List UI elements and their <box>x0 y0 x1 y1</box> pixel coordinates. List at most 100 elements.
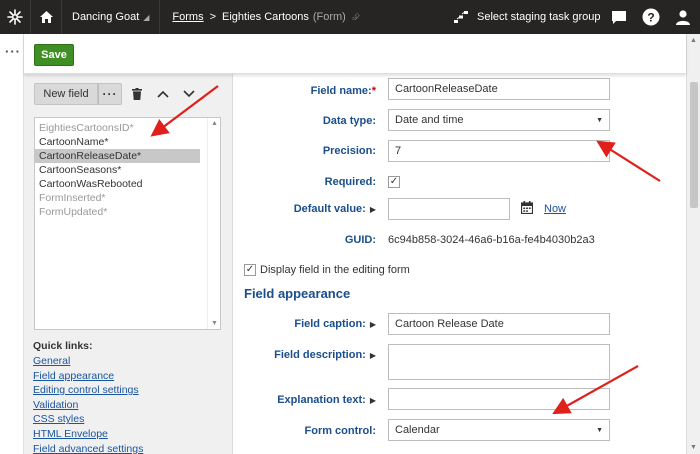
breadcrumb-separator: > <box>209 11 217 23</box>
dropdown-arrow-icon: ▼ <box>596 117 603 124</box>
quick-link-validation[interactable]: Validation <box>33 398 143 413</box>
data-type-label-wrap: Data type: <box>234 115 376 129</box>
chat-icon[interactable] <box>604 0 634 34</box>
staging-task-group-selector[interactable]: Select staging task group <box>453 0 601 34</box>
display-field-checkbox[interactable]: ✓ <box>244 264 256 276</box>
default-value-label-wrap: Default value: ▶ <box>234 203 376 217</box>
home-icon <box>39 11 53 23</box>
guid-label-wrap: GUID: <box>234 234 376 248</box>
breadcrumb-forms-link[interactable]: Forms <box>172 11 203 23</box>
list-item[interactable]: FormInserted* <box>35 191 220 205</box>
quick-links: Quick links: General Field appearance Ed… <box>33 340 143 454</box>
expand-menu-icon[interactable]: ··· <box>5 44 21 59</box>
top-bar: Dancing Goat ◢ Forms > Eighties Cartoons… <box>0 0 700 34</box>
field-name-label-wrap: Field name:* <box>234 85 376 99</box>
data-type-value: Date and time <box>395 114 464 126</box>
field-description-label-wrap: Field description: ▶ <box>234 349 376 363</box>
field-description-label: Field description: ▶ <box>274 349 376 361</box>
data-type-select[interactable]: Date and time ▼ <box>388 109 610 131</box>
action-header: Save <box>24 34 686 74</box>
explanation-text-input[interactable] <box>388 388 610 410</box>
breadcrumb: Forms > Eighties Cartoons (Form) ⮵ <box>160 11 359 23</box>
delete-icon[interactable] <box>126 83 148 105</box>
default-value-label: Default value: ▶ <box>293 203 376 215</box>
field-caption-input[interactable]: Cartoon Release Date <box>388 313 610 335</box>
user-icon[interactable] <box>668 0 698 34</box>
move-down-icon[interactable] <box>178 83 200 105</box>
help-icon[interactable]: ? <box>636 0 666 34</box>
pin-icon[interactable]: ⮵ <box>352 12 360 23</box>
quick-link-html-envelope[interactable]: HTML Envelope <box>33 427 143 442</box>
form-control-label: Form control: <box>304 425 377 437</box>
form-control-label-wrap: Form control: <box>234 425 377 439</box>
scroll-up-icon[interactable]: ▲ <box>211 120 218 127</box>
default-value-input[interactable] <box>388 198 510 220</box>
calendar-icon[interactable] <box>520 201 534 217</box>
list-item[interactable]: CartoonSeasons* <box>35 163 220 177</box>
caret-down-icon: ◢ <box>143 12 150 22</box>
explanation-text-label-wrap: Explanation text: ▶ <box>234 394 376 408</box>
save-button[interactable]: Save <box>34 44 74 66</box>
now-link[interactable]: Now <box>544 203 566 215</box>
list-item[interactable]: EightiesCartoonsID* <box>35 121 220 135</box>
form-control-select[interactable]: Calendar ▼ <box>388 419 610 441</box>
display-field-label: Display field in the editing form <box>260 264 410 276</box>
quick-link-field-advanced-settings[interactable]: Field advanced settings <box>33 442 143 454</box>
dropdown-arrow-icon: ▼ <box>596 427 603 434</box>
list-item[interactable]: FormUpdated* <box>35 205 220 219</box>
field-name-label: Field name:* <box>310 85 376 97</box>
app-logo-icon[interactable] <box>0 0 30 34</box>
expand-arrow-icon[interactable]: ▶ <box>370 351 376 360</box>
quick-link-field-appearance[interactable]: Field appearance <box>33 369 143 384</box>
quick-link-editing-control-settings[interactable]: Editing control settings <box>33 383 143 398</box>
expand-arrow-icon[interactable]: ▶ <box>370 205 376 214</box>
required-marker: * <box>371 85 376 97</box>
page-scrollbar[interactable]: ▲ ▼ <box>686 34 700 454</box>
precision-input[interactable]: 7 <box>388 140 610 162</box>
expand-arrow-icon[interactable]: ▶ <box>370 396 376 405</box>
svg-text:?: ? <box>647 10 654 24</box>
quick-link-css-styles[interactable]: CSS styles <box>33 412 143 427</box>
required-label: Required: <box>324 176 376 188</box>
left-rail: ··· <box>0 34 24 454</box>
scroll-up-icon[interactable]: ▲ <box>690 37 697 44</box>
staging-label: Select staging task group <box>477 11 601 23</box>
precision-label: Precision: <box>322 145 376 157</box>
guid-label: GUID: <box>344 234 376 246</box>
field-caption-label: Field caption: ▶ <box>294 318 376 330</box>
field-caption-label-wrap: Field caption: ▶ <box>234 318 376 332</box>
site-name: Dancing Goat <box>72 11 140 23</box>
required-label-wrap: Required: <box>234 176 376 190</box>
staging-icon <box>454 11 468 23</box>
field-list-scrollbar[interactable]: ▲ ▼ <box>207 118 220 329</box>
quick-link-general[interactable]: General <box>33 354 143 369</box>
guid-value: 6c94b858-3024-46a6-b16a-fe4b4030b2a3 <box>388 234 595 246</box>
data-type-label: Data type: <box>322 115 376 127</box>
scroll-down-icon[interactable]: ▼ <box>211 320 218 327</box>
required-checkbox[interactable]: ✓ <box>388 176 400 188</box>
scrollbar-thumb[interactable] <box>690 82 698 208</box>
list-item-selected[interactable]: CartoonReleaseDate* <box>35 149 200 163</box>
field-list-toolbar: New field ··· <box>34 83 200 105</box>
scroll-down-icon[interactable]: ▼ <box>690 444 697 451</box>
breadcrumb-type: (Form) <box>312 11 346 23</box>
breadcrumb-current: Eighties Cartoons <box>222 11 309 23</box>
home-button[interactable] <box>30 0 62 34</box>
field-properties-form: Field name:* CartoonReleaseDate Data typ… <box>234 74 686 454</box>
field-description-textarea[interactable] <box>388 344 610 380</box>
field-list[interactable]: EightiesCartoonsID* CartoonName* Cartoon… <box>34 117 221 330</box>
quick-links-title: Quick links: <box>33 340 93 352</box>
new-field-button[interactable]: New field <box>34 83 98 105</box>
more-actions-button[interactable]: ··· <box>98 83 122 105</box>
field-name-input[interactable]: CartoonReleaseDate <box>388 78 610 100</box>
expand-arrow-icon[interactable]: ▶ <box>370 320 376 329</box>
list-item[interactable]: CartoonWasRebooted <box>35 177 220 191</box>
form-control-value: Calendar <box>395 424 440 436</box>
field-list-panel: New field ··· EightiesCartoonsID* Cartoo… <box>24 74 233 454</box>
site-selector[interactable]: Dancing Goat ◢ <box>62 0 161 34</box>
precision-label-wrap: Precision: <box>234 145 376 159</box>
explanation-text-label: Explanation text: ▶ <box>277 394 376 406</box>
section-title-field-appearance: Field appearance <box>244 286 351 301</box>
move-up-icon[interactable] <box>152 83 174 105</box>
list-item[interactable]: CartoonName* <box>35 135 220 149</box>
